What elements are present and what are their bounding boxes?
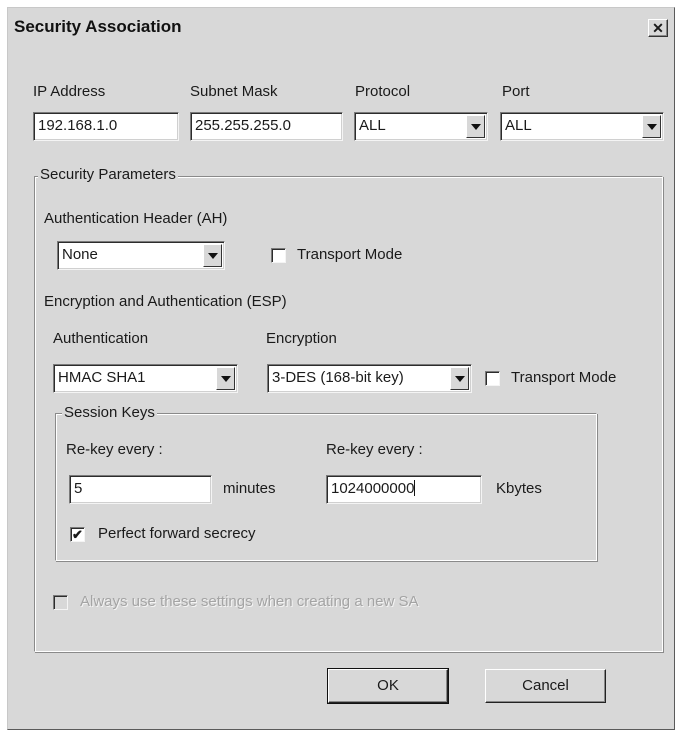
ah-select[interactable]: None [57, 241, 225, 270]
port-value: ALL [505, 117, 532, 134]
subnet-mask-label: Subnet Mask [190, 83, 278, 100]
pfs-checkbox[interactable]: ✔ [70, 527, 85, 542]
esp-label: Encryption and Authentication (ESP) [44, 293, 287, 310]
protocol-value: ALL [359, 117, 386, 134]
ah-value: None [62, 246, 98, 263]
title-bar: Security Association ✕ [10, 10, 672, 44]
protocol-select[interactable]: ALL [354, 112, 488, 141]
session-keys-legend: Session Keys [62, 404, 157, 421]
ah-transport-mode-label: Transport Mode [297, 246, 403, 263]
dialog-title: Security Association [14, 17, 182, 36]
port-label: Port [502, 83, 530, 100]
rekey-kbytes-input[interactable]: 1024000000 [326, 475, 482, 504]
esp-authentication-select[interactable]: HMAC SHA1 [53, 364, 238, 393]
always-use-label: Always use these settings when creating … [80, 593, 419, 610]
esp-encryption-value: 3-DES (168-bit key) [272, 369, 404, 386]
cancel-button[interactable]: Cancel [485, 669, 606, 703]
rekey-kbytes-value: 1024000000 [331, 480, 415, 497]
text-caret [414, 480, 416, 496]
checkmark-icon: ✔ [72, 527, 83, 542]
pfs-label: Perfect forward secrecy [98, 525, 256, 542]
chevron-down-icon[interactable] [203, 244, 222, 267]
esp-authentication-label: Authentication [53, 330, 149, 347]
rekey-data-label: Re-key every : [326, 441, 423, 458]
security-parameters-legend: Security Parameters [38, 166, 178, 183]
subnet-mask-input[interactable]: 255.255.255.0 [190, 112, 343, 141]
kbytes-unit-label: Kbytes [496, 480, 542, 497]
port-select[interactable]: ALL [500, 112, 664, 141]
esp-authentication-value: HMAC SHA1 [58, 369, 146, 386]
chevron-down-icon[interactable] [466, 115, 485, 138]
esp-encryption-label: Encryption [266, 330, 337, 347]
esp-transport-mode-label: Transport Mode [511, 369, 617, 386]
rekey-time-label: Re-key every : [66, 441, 163, 458]
rekey-minutes-input[interactable]: 5 [69, 475, 212, 504]
protocol-label: Protocol [355, 83, 411, 100]
esp-encryption-select[interactable]: 3-DES (168-bit key) [267, 364, 472, 393]
ip-address-label: IP Address [33, 83, 106, 100]
security-association-dialog: Security Association ✕ IP Address 192.16… [7, 7, 675, 730]
close-button[interactable]: ✕ [648, 19, 668, 37]
chevron-down-icon[interactable] [642, 115, 661, 138]
close-icon: ✕ [652, 20, 664, 36]
chevron-down-icon[interactable] [450, 367, 469, 390]
chevron-down-icon[interactable] [216, 367, 235, 390]
ok-button[interactable]: OK [327, 668, 449, 704]
minutes-unit-label: minutes [223, 480, 276, 497]
always-use-checkbox[interactable] [53, 595, 68, 610]
ah-label: Authentication Header (AH) [44, 210, 228, 227]
esp-transport-mode-checkbox[interactable] [485, 371, 500, 386]
ip-address-input[interactable]: 192.168.1.0 [33, 112, 179, 141]
ah-transport-mode-checkbox[interactable] [271, 248, 286, 263]
